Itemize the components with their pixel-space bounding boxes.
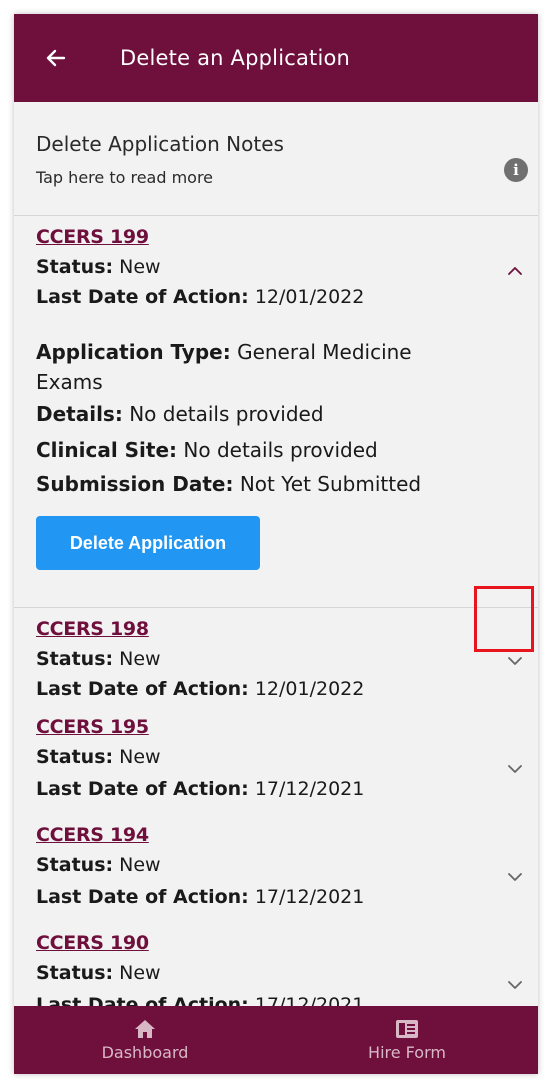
clinical-site-line: Clinical Site: No details provided [36,438,378,462]
nav-item-hire-form[interactable]: Hire Form [276,1006,538,1074]
last-date-label: Last Date of Action: [36,286,249,308]
chevron-down-icon[interactable] [502,756,528,782]
arrow-left-icon [46,49,66,67]
highlight-box [474,586,534,652]
notes-title: Delete Application Notes [36,132,284,156]
delete-notes-panel[interactable]: Delete Application Notes Tap here to rea… [14,102,538,216]
status-value: New [119,746,161,768]
status-label: Status: [36,648,114,670]
submission-date-line: Submission Date: Not Yet Submitted [36,472,421,496]
clinical-site-label: Clinical Site: [36,438,178,462]
last-date-value: 17/12/2021 [254,994,365,1006]
status-value: New [119,854,161,876]
last-date-line: Last Date of Action: 17/12/2021 [36,994,364,1006]
bottom-nav: Dashboard Hire Form [14,1006,538,1074]
details-value: No details provided [129,402,324,426]
last-date-value: 17/12/2021 [254,886,365,908]
last-date-value: 17/12/2021 [254,778,365,800]
application-type-label: Application Type: [36,340,231,364]
status-line: Status: New [36,746,161,768]
last-date-line: Last Date of Action: 12/01/2022 [36,678,364,700]
back-button[interactable] [34,36,78,80]
application-list: CCERS 199 Status: New Last Date of Actio… [14,216,538,1006]
status-line: Status: New [36,854,161,876]
last-date-line: Last Date of Action: 17/12/2021 [36,778,364,800]
list-item: CCERS 199 Status: New Last Date of Actio… [14,216,538,608]
form-icon [396,1019,418,1038]
status-label: Status: [36,746,114,768]
clinical-site-value: No details provided [183,438,378,462]
status-value: New [119,648,161,670]
application-link[interactable]: CCERS 198 [36,618,149,640]
last-date-line: Last Date of Action: 17/12/2021 [36,886,364,908]
list-item: CCERS 190 Status: New Last Date of Actio… [14,932,538,1006]
status-value: New [119,256,161,278]
notes-subtitle: Tap here to read more [36,168,214,187]
status-line: Status: New [36,256,161,278]
nav-label-dashboard: Dashboard [101,1042,189,1062]
last-date-value: 12/01/2022 [254,286,365,308]
delete-application-button[interactable]: Delete Application [36,516,260,570]
details-label: Details: [36,402,123,426]
home-icon [135,1019,155,1038]
application-link[interactable]: CCERS 195 [36,716,149,738]
last-date-label: Last Date of Action: [36,778,249,800]
status-line: Status: New [36,962,161,984]
list-item: CCERS 198 Status: New Last Date of Actio… [14,608,538,716]
list-item: CCERS 195 Status: New Last Date of Actio… [14,716,538,824]
last-date-label: Last Date of Action: [36,994,249,1006]
status-label: Status: [36,962,114,984]
chevron-down-icon[interactable] [502,972,528,998]
submission-date-value: Not Yet Submitted [239,472,422,496]
app-screen: Delete an Application Delete Application… [14,14,538,1074]
last-date-label: Last Date of Action: [36,678,249,700]
details-line: Details: No details provided [36,402,324,426]
application-type-line: Application Type: General Medicine [36,340,412,364]
page-title: Delete an Application [120,46,351,70]
status-line: Status: New [36,648,161,670]
application-link[interactable]: CCERS 194 [36,824,149,846]
list-item: CCERS 194 Status: New Last Date of Actio… [14,824,538,932]
last-date-value: 12/01/2022 [254,678,365,700]
chevron-up-icon[interactable] [502,258,528,284]
status-value: New [119,962,161,984]
application-link[interactable]: CCERS 199 [36,226,149,248]
application-link[interactable]: CCERS 190 [36,932,149,954]
app-bar: Delete an Application [14,14,538,102]
last-date-label: Last Date of Action: [36,886,249,908]
last-date-line: Last Date of Action: 12/01/2022 [36,286,364,308]
status-label: Status: [36,854,114,876]
nav-item-dashboard[interactable]: Dashboard [14,1006,276,1074]
application-type-continued: Exams [36,370,103,394]
nav-label-hire-form: Hire Form [368,1042,446,1062]
info-icon[interactable]: i [504,158,528,182]
chevron-down-icon[interactable] [502,864,528,890]
submission-date-label: Submission Date: [36,472,234,496]
status-label: Status: [36,256,114,278]
application-type-value: General Medicine [237,340,412,364]
